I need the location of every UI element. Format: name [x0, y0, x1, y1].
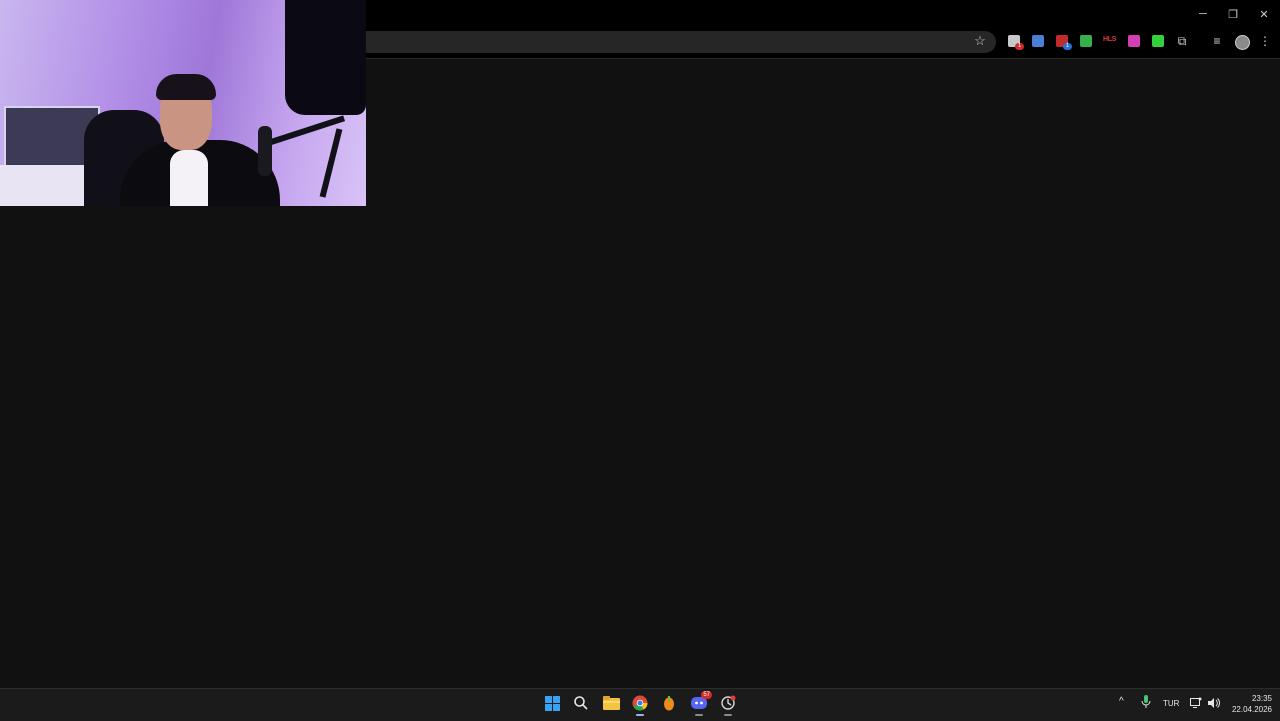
file-explorer-icon[interactable]	[600, 692, 622, 714]
clock-date: 22.04.2026	[1231, 705, 1272, 714]
webcam-microphone	[258, 126, 272, 176]
extension-badge: 1	[1015, 43, 1024, 50]
fl-studio-icon[interactable]	[658, 692, 680, 714]
extension-6-icon[interactable]	[1128, 35, 1140, 47]
active-indicator	[636, 714, 644, 716]
discord-badge: 57	[701, 691, 712, 699]
webcam-mic-stand	[319, 128, 343, 198]
volume-icon[interactable]	[1207, 697, 1220, 712]
clock-time: 23:35	[1251, 694, 1272, 703]
translate-extension-icon[interactable]	[1032, 35, 1044, 47]
windows-logo-icon	[544, 695, 560, 711]
webcam-shirt	[170, 150, 208, 206]
hls-extension-icon[interactable]: HLS	[1103, 36, 1116, 43]
microphone-icon[interactable]	[1141, 695, 1151, 711]
app-icon[interactable]	[717, 692, 739, 716]
running-indicator	[724, 714, 732, 716]
bookmark-star-icon[interactable]: ☆	[973, 34, 987, 48]
search-icon[interactable]	[570, 692, 592, 714]
start-icon[interactable]	[541, 692, 563, 714]
tray-overflow-chevron-icon[interactable]: ^	[1119, 696, 1124, 707]
input-language[interactable]: TUR	[1163, 699, 1179, 708]
download-extension-icon[interactable]	[1080, 35, 1092, 47]
extension-3-icon[interactable]: 1	[1056, 35, 1072, 50]
profile-avatar[interactable]	[1235, 35, 1250, 50]
extension-badge: 1	[1063, 43, 1072, 50]
extensions-puzzle-icon[interactable]: ⧉	[1174, 33, 1190, 49]
browser-menu-icon[interactable]: ⋮	[1257, 33, 1273, 49]
minimize-button[interactable]: ─	[1188, 0, 1218, 28]
discord-icon[interactable]: 57	[688, 691, 712, 716]
close-button[interactable]: ✕	[1249, 0, 1279, 28]
running-indicator	[695, 714, 703, 716]
extension-1-icon[interactable]: 1	[1008, 35, 1024, 50]
chrome-icon[interactable]	[629, 692, 651, 716]
address-bar[interactable]	[366, 31, 996, 53]
restore-button[interactable]: ❐	[1218, 0, 1248, 28]
webcam-headphones	[156, 74, 216, 100]
extension-7-icon[interactable]	[1152, 35, 1164, 47]
webcam-curtain	[285, 0, 366, 115]
taskbar-clock[interactable]: 23:35 22.04.2026	[1224, 693, 1272, 715]
network-icon[interactable]	[1190, 697, 1202, 712]
webcam-overlay	[0, 0, 366, 206]
media-controls-icon[interactable]: ≡	[1209, 33, 1225, 49]
